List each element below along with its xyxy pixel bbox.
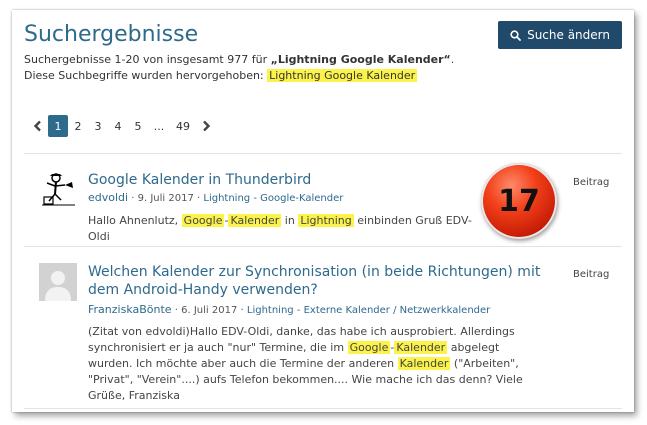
divider	[24, 246, 622, 247]
pagination-ellipsis: ...	[153, 119, 165, 133]
excerpt-highlight: Google	[347, 341, 391, 354]
divider	[24, 408, 622, 409]
search-icon	[510, 29, 521, 41]
result-meta: FranziskaBönte · 6. Juli 2017 · Lightnin…	[88, 303, 490, 316]
search-query: „Lightning Google Kalender“	[270, 53, 451, 66]
chevron-right-icon	[203, 120, 211, 132]
result-title-link[interactable]: Welchen Kalender zur Synchronisation (in…	[88, 263, 558, 299]
excerpt-highlight: Kalender	[397, 357, 451, 370]
result-type: Beitrag	[573, 177, 610, 188]
excerpt-text: Hallo Ahnenlutz,	[88, 214, 182, 227]
excerpt-highlight: Lightning	[298, 214, 354, 227]
next-page-button[interactable]	[196, 115, 216, 137]
avatar[interactable]	[39, 170, 77, 208]
chevron-left-icon	[33, 120, 41, 132]
result-meta: edvoldi · 9. Juli 2017 · Lightning - Goo…	[88, 191, 343, 204]
excerpt-highlight: Kalender	[394, 341, 448, 354]
page-link-last[interactable]: 49	[170, 115, 196, 137]
result-forum-link[interactable]: Lightning - Externe Kalender / Netzwerkk…	[247, 305, 490, 316]
result-excerpt: (Zitat von edvoldi)Hallo EDV-Oldi, danke…	[88, 324, 534, 404]
edit-search-label: Suche ändern	[527, 28, 610, 42]
result-type: Beitrag	[573, 269, 610, 280]
excerpt-text: in	[281, 214, 299, 227]
result-forum-link[interactable]: Lightning - Google-Kalender	[203, 193, 343, 204]
highlighted-terms: Lightning Google Kalender	[267, 69, 418, 82]
page-title: Suchergebnisse	[24, 22, 199, 47]
summary-line-2: Diese Suchbegriffe wurden hervorgehoben:…	[24, 68, 454, 84]
page-link-5[interactable]: 5	[128, 115, 148, 137]
summary-period: .	[450, 53, 455, 66]
result-title-link[interactable]: Google Kalender in Thunderbird	[88, 171, 311, 189]
page-link-3[interactable]: 3	[88, 115, 108, 137]
badge-number: 17	[498, 183, 540, 219]
results-summary: Suchergebnisse 1-20 von insgesamt 977 fü…	[24, 52, 454, 84]
search-results-card: Suchergebnisse Suche ändern Suchergebnis…	[12, 10, 634, 412]
result-date: 6. Juli 2017	[181, 305, 238, 316]
default-avatar-icon	[39, 263, 77, 301]
result-author-link[interactable]: edvoldi	[88, 191, 128, 204]
page-link-1[interactable]: 1	[48, 115, 68, 137]
summary-count-text: Suchergebnisse 1-20 von insgesamt 977 fü…	[24, 53, 271, 66]
previous-page-button[interactable]	[28, 115, 48, 137]
user-avatar-drawing	[39, 170, 77, 208]
page-link-2[interactable]: 2	[68, 115, 88, 137]
edit-search-button[interactable]: Suche ändern	[498, 21, 622, 49]
overlay-number-badge: 17	[481, 163, 557, 239]
pagination: 1 2 3 4 5 ... 49	[28, 115, 216, 137]
page-link-4[interactable]: 4	[108, 115, 128, 137]
highlight-info-text: Diese Suchbegriffe wurden hervorgehoben:	[24, 69, 268, 82]
summary-line-1: Suchergebnisse 1-20 von insgesamt 977 fü…	[24, 52, 454, 68]
result-excerpt: Hallo Ahnenlutz, Google - Kalender in Ligh…	[88, 213, 488, 245]
result-author-link[interactable]: FranziskaBönte	[88, 303, 172, 316]
excerpt-highlight: Kalender	[228, 214, 282, 227]
divider	[24, 153, 622, 154]
avatar[interactable]	[39, 263, 77, 301]
result-date: 9. Juli 2017	[137, 193, 194, 204]
excerpt-highlight: Google	[181, 214, 225, 227]
